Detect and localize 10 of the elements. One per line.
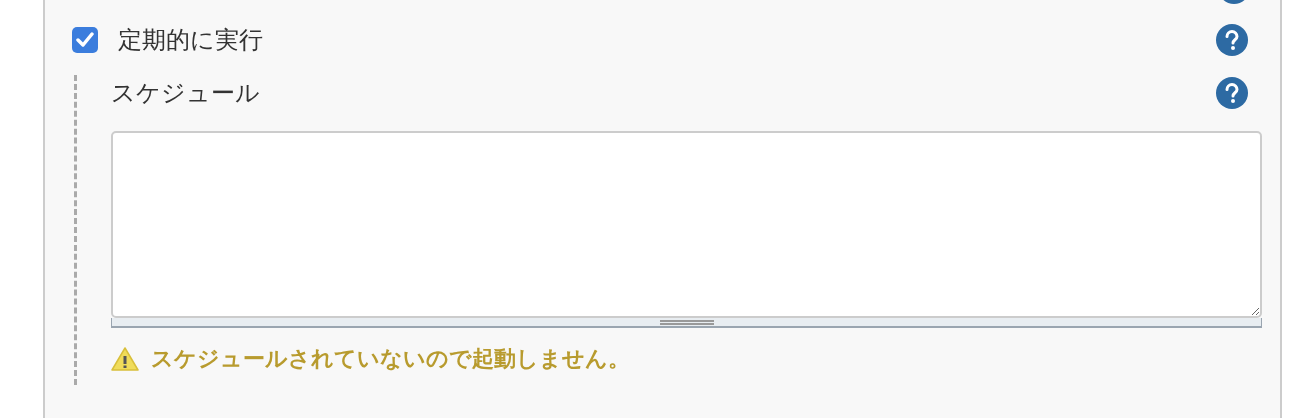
- schedule-field[interactable]: [111, 131, 1262, 318]
- warning-message: スケジュールされていないので起動しません。: [151, 345, 630, 373]
- grip-icon: [659, 320, 714, 325]
- help-icon[interactable]: [1216, 77, 1248, 109]
- checkbox-label: 定期的に実行: [118, 25, 263, 55]
- resize-bar[interactable]: [111, 318, 1262, 328]
- field-label: スケジュール: [111, 78, 260, 108]
- checkbox[interactable]: [72, 27, 98, 53]
- warning-icon: [111, 346, 139, 371]
- help-icon[interactable]: [1216, 24, 1248, 56]
